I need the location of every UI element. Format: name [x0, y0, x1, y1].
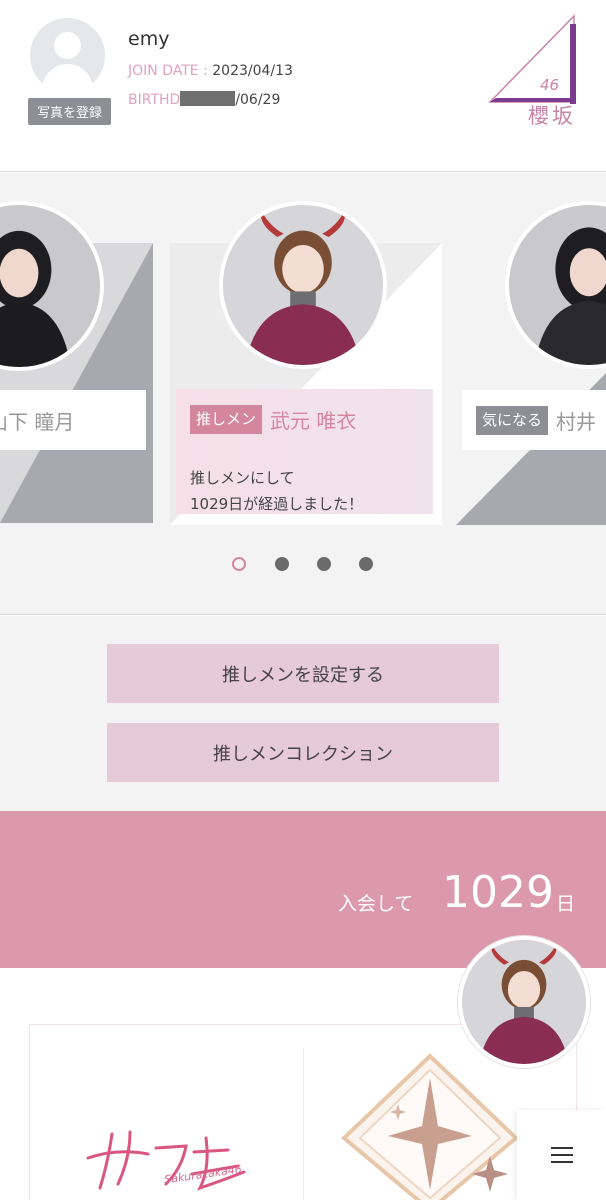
avatar-body-shape: [42, 64, 93, 93]
birthday-value: /06/29: [235, 92, 281, 108]
oshi-duration-message: 推しメンにして 1029日が経過しました！: [190, 469, 364, 513]
birthday-label: BIRTHD: [128, 92, 181, 108]
collection-card-image[interactable]: [340, 1052, 520, 1200]
set-oshi-button[interactable]: 推しメンを設定する: [107, 644, 499, 703]
member-carousel[interactable]: 山下 瞳月 推しメン 武元 唯衣 推しメンにして 1029日が経過しました！: [0, 173, 606, 615]
left-member-card[interactable]: 山下 瞳月: [0, 390, 146, 450]
oshi-actions: 推しメンを設定する 推しメンコレクション: [0, 616, 606, 811]
left-member-name: 山下 瞳月: [0, 409, 75, 434]
oshi-badge: 推しメン: [190, 405, 263, 434]
redaction-bar: [180, 91, 236, 106]
member-portrait-image: [462, 940, 586, 1064]
kininaru-badge: 気になる: [476, 405, 549, 435]
carousel-dot-1[interactable]: [232, 557, 246, 571]
logo-kanji: 櫻坂: [528, 104, 576, 128]
menu-button[interactable]: [517, 1110, 606, 1200]
birthday-row: BIRTHD/06/29: [128, 91, 280, 108]
join-date-label: JOIN DATE :: [128, 63, 213, 79]
floating-oshi-avatar[interactable]: [458, 936, 590, 1068]
membership-days-unit: 日: [556, 893, 576, 915]
username: emy: [128, 28, 170, 50]
membership-days: 1029: [442, 867, 554, 918]
carousel-dot-2[interactable]: [275, 557, 289, 571]
profile-header: 写真を登録 emy JOIN DATE : 2023/04/13 BIRTHD /…: [0, 0, 606, 172]
join-date-row: JOIN DATE : 2023/04/13: [128, 63, 293, 79]
register-photo-button[interactable]: 写真を登録: [28, 98, 111, 125]
carousel-dot-4[interactable]: [359, 557, 373, 571]
carousel-pagination: [0, 557, 606, 573]
oshi-member-row: 推しメン 武元 唯衣: [190, 405, 356, 434]
member-portrait-image: [223, 205, 383, 365]
avatar-head-shape: [54, 32, 81, 59]
oshi-member-name: 武元 唯衣: [270, 409, 357, 433]
join-date-value: 2023/04/13: [212, 63, 293, 79]
oshi-member-card[interactable]: 推しメン 武元 唯衣 推しメンにして 1029日が経過しました！: [176, 389, 433, 514]
right-member-name: 村井: [556, 409, 597, 434]
default-avatar-icon[interactable]: [30, 18, 105, 93]
oshi-collection-button[interactable]: 推しメンコレクション: [107, 723, 499, 782]
membership-label: 入会して: [338, 893, 414, 915]
content-links-divider: [303, 1048, 304, 1200]
right-member-card[interactable]: 気になる 村井: [462, 390, 606, 450]
center-member-photo[interactable]: [219, 201, 387, 369]
carousel-dot-3[interactable]: [317, 557, 331, 571]
hamburger-menu-icon: [550, 1147, 573, 1163]
logo-number: 46: [540, 76, 560, 94]
